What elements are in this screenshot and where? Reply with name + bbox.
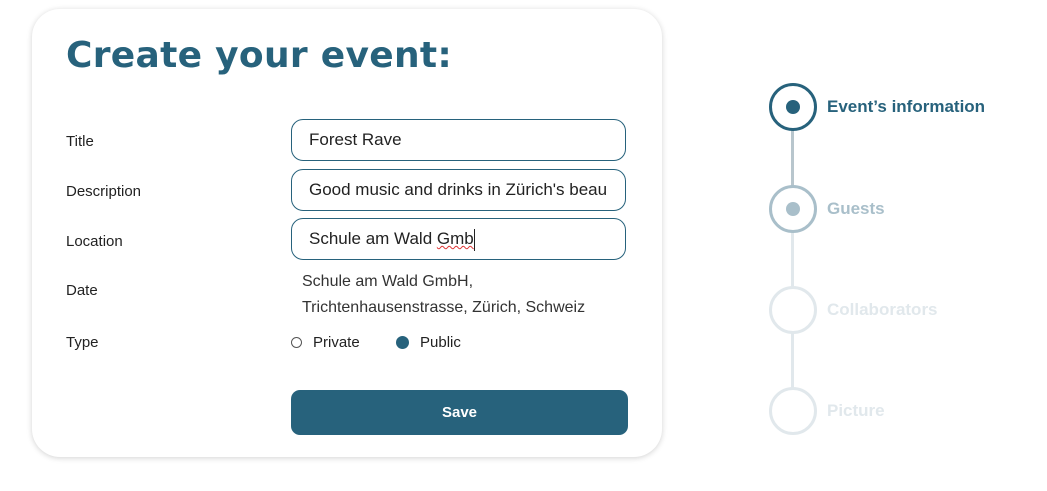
step-connector [791,333,794,390]
step-collaborators[interactable]: Collaborators [769,286,938,334]
step-label: Collaborators [827,300,938,319]
create-event-card: Create your event: Title Forest Rave Des… [32,9,662,457]
radio-private[interactable]: Private [291,334,360,351]
spellcheck-text: Gmb [436,229,474,248]
text-caret [473,228,475,251]
step-circle-icon [769,185,817,233]
step-circle-icon [769,387,817,435]
step-connector [791,232,794,289]
page-title: Create your event: [66,35,453,76]
location-label: Location [66,233,123,250]
title-input[interactable]: Forest Rave [291,119,626,161]
step-circle-icon [769,286,817,334]
suggestion-line-1: Schule am Wald GmbH, [302,273,474,290]
step-circle-icon [769,83,817,131]
save-button[interactable]: Save [291,390,628,435]
location-suggestion[interactable]: Schule am Wald GmbH, Trichtenhausenstras… [302,269,585,321]
description-label: Description [66,183,142,200]
radio-public[interactable]: Public [396,334,461,351]
step-label: Guests [827,199,885,218]
type-label: Type [66,334,99,351]
step-label: Picture [827,401,885,420]
date-label: Date [66,282,98,299]
step-picture[interactable]: Picture [769,387,885,435]
step-guests[interactable]: Guests [769,185,885,233]
step-label: Event’s information [827,97,986,116]
step-connector [791,130,794,187]
radio-unchecked-icon[interactable] [291,337,302,348]
location-text: Schule am Wald [309,229,437,248]
description-input[interactable]: Good music and drinks in Zürich's beau [291,169,626,211]
step-events-information[interactable]: Event’s information [769,83,985,131]
radio-checked-icon[interactable] [396,336,409,349]
suggestion-line-2: Trichtenhausenstrasse, Zürich, Schweiz [302,299,586,316]
title-label: Title [66,133,94,150]
radio-public-label: Public [420,334,461,351]
location-input[interactable]: Schule am Wald Gmb [291,218,626,260]
radio-private-label: Private [313,334,360,351]
